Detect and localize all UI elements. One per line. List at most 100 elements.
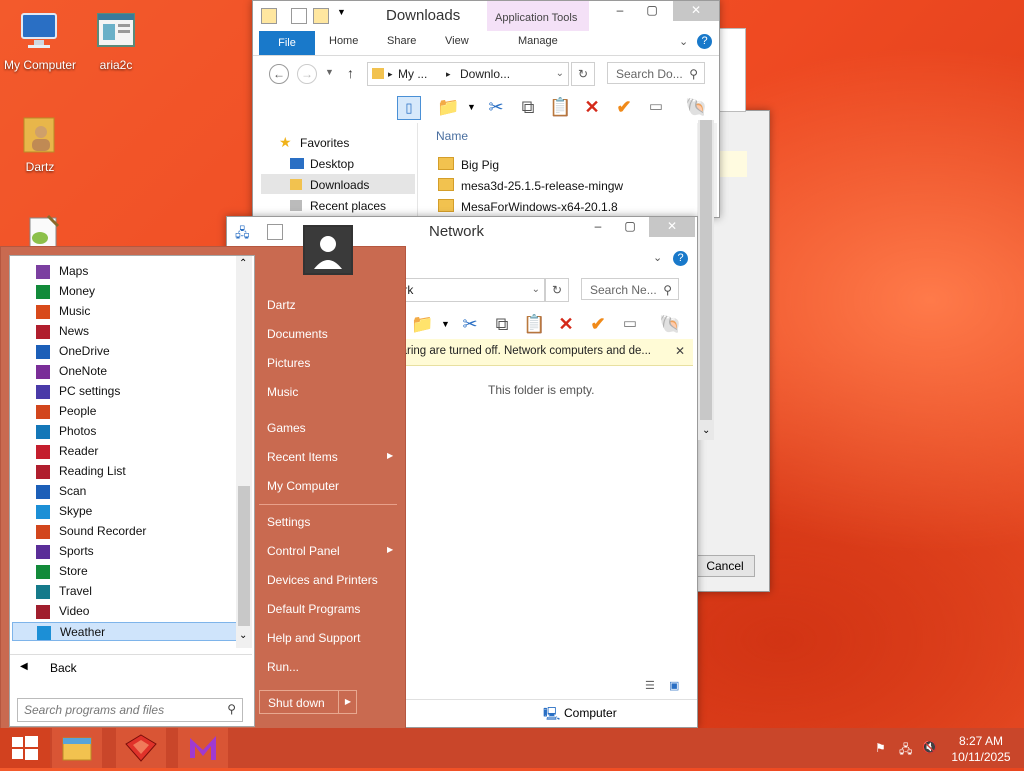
start-item-recent-items[interactable]: Recent Items <box>267 450 338 464</box>
cut-icon[interactable]: ✂ <box>459 313 481 335</box>
app-list-item[interactable]: Scan <box>12 482 240 501</box>
start-item-help-support[interactable]: Help and Support <box>267 631 360 645</box>
user-avatar[interactable] <box>303 225 353 275</box>
shell-icon[interactable]: 🐚 <box>685 96 707 118</box>
app-list-item[interactable]: Maps <box>12 262 240 281</box>
taskbar-file-explorer[interactable] <box>52 728 102 768</box>
up-arrow-icon[interactable]: ↑ <box>347 65 354 81</box>
info-bar[interactable]: ...overy and file sharing are turned off… <box>393 339 693 366</box>
search-input[interactable]: Search Do... ⚲ <box>607 62 705 84</box>
forward-arrow-icon[interactable]: → <box>297 64 317 84</box>
tab-share[interactable]: Share <box>387 35 416 47</box>
properties-icon[interactable] <box>267 224 283 240</box>
start-search-input[interactable]: Search programs and files ⚲ <box>17 698 243 722</box>
search-input[interactable]: Search Ne... ⚲ <box>581 278 679 300</box>
app-list-item[interactable]: Music <box>12 302 240 321</box>
scroll-thumb[interactable] <box>700 120 712 420</box>
scroll-thumb[interactable] <box>238 486 250 626</box>
large-icons-view-icon[interactable]: ▣ <box>669 679 679 692</box>
app-list-item[interactable]: Skype <box>12 502 240 521</box>
refresh-icon[interactable]: ↻ <box>571 62 595 86</box>
start-item-music[interactable]: Music <box>267 385 298 399</box>
recent-locations-icon[interactable]: ▼ <box>325 67 334 77</box>
rename-icon[interactable]: ▭ <box>645 96 667 118</box>
app-list-item[interactable]: Reading List <box>12 462 240 481</box>
app-list-item[interactable]: Travel <box>12 582 240 601</box>
close-button[interactable]: ✕ <box>673 1 719 21</box>
start-item-documents[interactable]: Documents <box>267 327 328 341</box>
rename-icon[interactable]: ▭ <box>619 313 641 335</box>
desktop-icon-my-computer[interactable]: My Computer <box>0 10 80 72</box>
copy-icon[interactable]: ⧉ <box>517 96 539 118</box>
checkmark-icon[interactable]: ✔ <box>587 313 609 335</box>
properties-icon[interactable] <box>291 8 307 24</box>
app-list-item[interactable]: Weather <box>12 622 240 641</box>
checkmark-icon[interactable]: ✔ <box>613 96 635 118</box>
minimize-button[interactable]: – <box>583 217 613 237</box>
tab-view[interactable]: View <box>445 35 469 47</box>
nav-recent-places[interactable]: Recent places <box>310 199 386 213</box>
app-list-item[interactable]: News <box>12 322 240 341</box>
properties-check-icon[interactable]: 📁 <box>437 96 459 118</box>
cancel-button[interactable]: Cancel <box>695 555 755 577</box>
app-list-item[interactable]: Store <box>12 562 240 581</box>
network-scrollbar[interactable]: ⌄ <box>698 120 714 440</box>
start-item-user[interactable]: Dartz <box>267 298 296 312</box>
app-list-item[interactable]: OneDrive <box>12 342 240 361</box>
close-button[interactable]: ✕ <box>649 217 695 237</box>
paste-icon[interactable]: 📋 <box>549 96 571 118</box>
start-item-my-computer[interactable]: My Computer <box>267 479 339 493</box>
nav-downloads[interactable]: Downloads <box>310 178 369 192</box>
start-item-games[interactable]: Games <box>267 421 306 435</box>
start-item-run[interactable]: Run... <box>267 660 299 674</box>
address-dropdown-icon[interactable]: ⌄ <box>532 279 540 301</box>
paste-icon[interactable]: 📋 <box>523 313 545 335</box>
shut-down-button[interactable]: Shut down ▶ <box>259 690 357 714</box>
nav-desktop[interactable]: Desktop <box>310 157 354 171</box>
new-folder-icon[interactable] <box>313 8 329 24</box>
info-bar-close-icon[interactable]: ✕ <box>675 344 685 358</box>
start-item-default-programs[interactable]: Default Programs <box>267 602 360 616</box>
app-list-scrollbar[interactable]: ⌃ ⌄ <box>236 256 252 648</box>
app-list-item[interactable]: PC settings <box>12 382 240 401</box>
delete-icon[interactable]: ✕ <box>555 313 577 335</box>
qat-dropdown-icon[interactable]: ▼ <box>337 7 346 17</box>
scroll-down-icon[interactable]: ⌄ <box>702 425 710 436</box>
desktop-icon-aria2c[interactable]: aria2c <box>76 10 156 72</box>
copy-icon[interactable]: ⧉ <box>491 313 513 335</box>
app-list-item[interactable]: OneNote <box>12 362 240 381</box>
toolbar-dropdown-icon[interactable]: ▼ <box>467 102 476 112</box>
scroll-down-icon[interactable]: ⌄ <box>239 630 247 641</box>
tab-home[interactable]: Home <box>329 35 358 47</box>
clock[interactable]: 8:27 AM 10/11/2025 <box>946 733 1016 765</box>
tab-manage[interactable]: Manage <box>518 35 558 47</box>
start-button[interactable] <box>0 728 50 768</box>
nav-favorites[interactable]: Favorites <box>300 136 349 150</box>
network-tray-icon[interactable]: 🖧 <box>899 740 912 761</box>
toolbar-dropdown-icon[interactable]: ▼ <box>441 319 450 329</box>
back-arrow-icon[interactable]: ← <box>269 64 289 84</box>
app-list-item[interactable]: People <box>12 402 240 421</box>
start-item-control-panel[interactable]: Control Panel <box>267 544 340 558</box>
start-item-devices-printers[interactable]: Devices and Printers <box>267 573 378 587</box>
action-center-flag-icon[interactable]: ⚑ <box>875 741 886 755</box>
app-list-item[interactable]: Reader <box>12 442 240 461</box>
file-row[interactable]: mesa3d-25.1.5-release-mingw <box>438 178 623 193</box>
downloads-window[interactable]: ▼ Downloads Application Tools – ▢ ✕ File… <box>252 0 720 218</box>
file-row[interactable]: MesaForWindows-x64-20.1.8 <box>438 199 618 214</box>
taskbar-app-red[interactable] <box>116 728 166 768</box>
app-list-item[interactable]: Video <box>12 602 240 621</box>
address-bar[interactable]: ▸ My ... ▸ Downlo... ⌄ <box>367 62 569 86</box>
details-view-icon[interactable]: ☰ <box>645 679 655 692</box>
app-list-item[interactable]: Photos <box>12 422 240 441</box>
column-header-name[interactable]: Name <box>436 129 468 143</box>
preview-pane-icon[interactable]: ▯ <box>397 96 421 120</box>
address-crumb[interactable]: Downlo... <box>460 63 510 85</box>
address-dropdown-icon[interactable]: ⌄ <box>556 63 564 85</box>
taskbar-app-purple[interactable] <box>178 728 228 768</box>
refresh-icon[interactable]: ↻ <box>545 278 569 302</box>
address-crumb[interactable]: My ... <box>398 63 427 85</box>
maximize-button[interactable]: ▢ <box>615 217 645 237</box>
app-list-item[interactable]: Sound Recorder <box>12 522 240 541</box>
file-row[interactable]: Big Pig <box>438 157 499 172</box>
